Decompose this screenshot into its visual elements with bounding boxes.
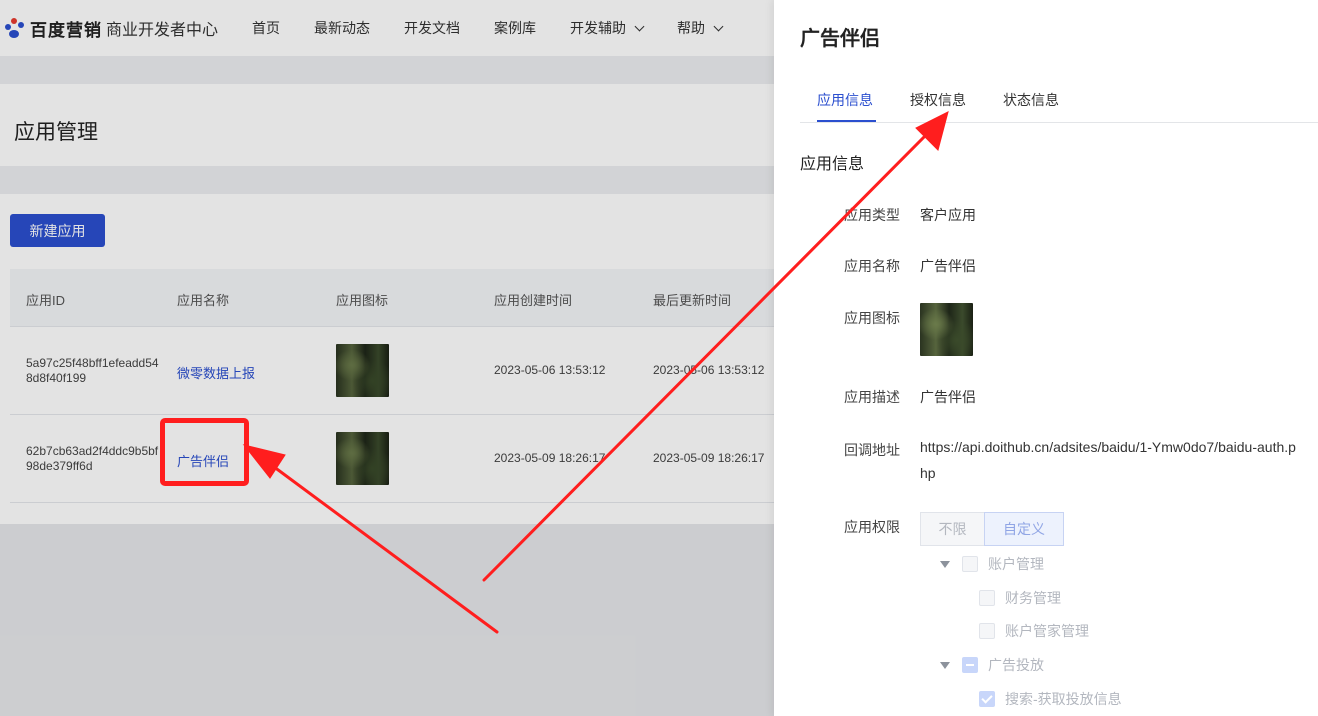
tab-app-info[interactable]: 应用信息 [817, 90, 873, 110]
active-tab-indicator [817, 120, 876, 122]
mode-unlimited-button[interactable]: 不限 [920, 512, 985, 546]
checkbox-checked[interactable] [979, 691, 995, 707]
field-label: 应用类型 [844, 207, 900, 223]
field-label: 应用描述 [844, 389, 900, 405]
tree-node-label: 广告投放 [988, 657, 1044, 673]
permission-mode-toggle: 不限 自定义 [920, 512, 1064, 546]
tree-node: 搜索-获取投放信息 [979, 689, 1122, 709]
annotation-highlight-box [160, 418, 249, 486]
callback-url-value: https://api.doithub.cn/adsites/baidu/1-Y… [920, 439, 1296, 481]
detail-tabs: 应用信息 授权信息 状态信息 [800, 78, 1318, 123]
tab-status-info[interactable]: 状态信息 [1003, 90, 1059, 110]
field-label: 应用权限 [844, 519, 900, 535]
caret-down-icon[interactable] [940, 661, 950, 669]
mode-custom-button[interactable]: 自定义 [984, 512, 1064, 546]
tree-node-label: 搜索-获取投放信息 [1005, 691, 1122, 707]
tree-node-label: 财务管理 [1005, 590, 1061, 606]
field-label: 应用图标 [844, 310, 900, 326]
caret-down-icon[interactable] [940, 560, 950, 568]
tree-node: 账户管家管理 [979, 621, 1089, 641]
tree-node-label: 账户管家管理 [1005, 623, 1089, 639]
checkbox[interactable] [962, 556, 978, 572]
app-type-value: 客户应用 [920, 207, 976, 223]
checkbox-indeterminate[interactable] [962, 657, 978, 673]
tab-auth-info[interactable]: 授权信息 [910, 90, 966, 110]
checkbox[interactable] [979, 590, 995, 606]
tree-node: 财务管理 [979, 588, 1061, 608]
section-title: 应用信息 [800, 156, 865, 173]
field-label: 应用名称 [844, 258, 900, 274]
field-label: 回调地址 [844, 442, 900, 458]
app-description-value: 广告伴侣 [920, 389, 976, 405]
drawer-title: 广告伴侣 [800, 28, 880, 50]
checkbox[interactable] [979, 623, 995, 639]
app-detail-drawer: 广告伴侣 应用信息 授权信息 状态信息 应用信息 应用类型 客户应用 应用名称 … [774, 0, 1318, 716]
app-icon-image [920, 303, 973, 356]
tree-node: 广告投放 [940, 655, 1044, 675]
tree-node-label: 账户管理 [988, 556, 1044, 572]
tree-node: 账户管理 [940, 554, 1044, 574]
app-name-value: 广告伴侣 [920, 258, 976, 274]
